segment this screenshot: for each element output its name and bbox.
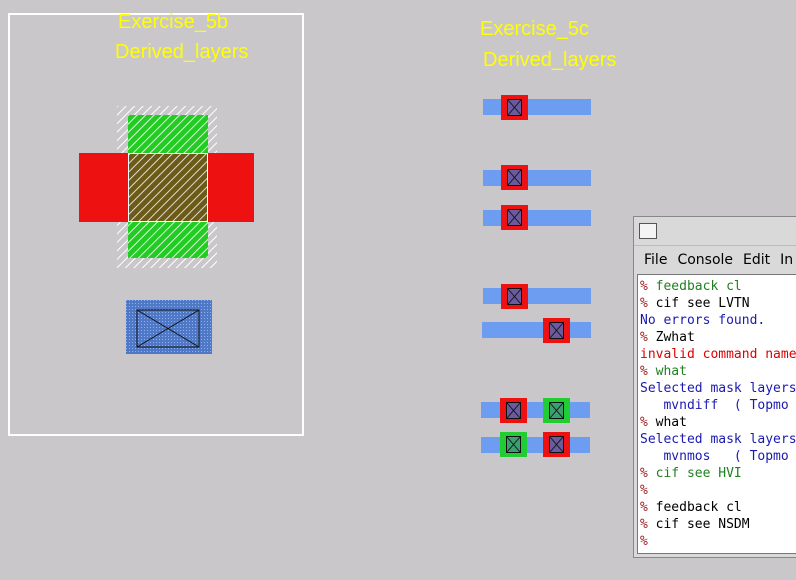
console-line: % cif see NSDM xyxy=(640,516,796,533)
contact-cut[interactable] xyxy=(506,436,521,453)
console-line: Selected mask layers xyxy=(640,431,796,448)
poly-left-region[interactable] xyxy=(79,153,128,222)
poly-contact-region[interactable] xyxy=(543,318,570,343)
menu-file[interactable]: File xyxy=(644,252,667,268)
console-line: % cif see HVI xyxy=(640,465,796,482)
label-exercise-5b: Exercise_5b xyxy=(118,11,229,33)
contact-cut[interactable] xyxy=(507,288,522,305)
console-line-text: No errors found. xyxy=(640,313,766,328)
console-prompt: % xyxy=(640,279,656,294)
diffusion-strip[interactable] xyxy=(483,210,591,226)
well-tap-region[interactable] xyxy=(500,432,527,457)
console-line-text: Selected mask layers xyxy=(640,381,796,396)
console-line: % feedback cl xyxy=(640,499,796,516)
poly-contact-region[interactable] xyxy=(501,165,528,190)
console-line-text: Zwhat xyxy=(655,330,695,345)
contact-region-dotted[interactable] xyxy=(126,300,212,354)
console-line: % xyxy=(640,533,796,550)
console-line-text: what xyxy=(655,364,687,379)
console-line: Selected mask layers xyxy=(640,380,796,397)
console-prompt: % xyxy=(640,483,648,498)
console-line: % feedback cl xyxy=(640,278,796,295)
contact-cut[interactable] xyxy=(507,169,522,186)
poly-contact-region[interactable] xyxy=(501,95,528,120)
console-line: % Zwhat xyxy=(640,329,796,346)
menu-edit[interactable]: Edit xyxy=(743,252,770,268)
contact-cut[interactable] xyxy=(549,402,564,419)
console-line: invalid command name xyxy=(640,346,796,363)
poly-right-region[interactable] xyxy=(207,153,254,222)
contact-cut[interactable] xyxy=(507,209,522,226)
window-icon[interactable] xyxy=(639,223,657,239)
diffusion-strip[interactable] xyxy=(483,170,591,186)
menu-in[interactable]: In xyxy=(780,252,793,268)
transistor-overlap-region[interactable] xyxy=(128,153,208,222)
console-menubar: File Console Edit In xyxy=(634,246,796,274)
console-line-text: feedback cl xyxy=(655,500,742,515)
label-exercise-5c: Exercise_5c xyxy=(480,18,589,40)
contact-cut[interactable] xyxy=(549,436,564,453)
well-tap-region[interactable] xyxy=(543,398,570,423)
label-derived-layers-5b: Derived_layers xyxy=(115,41,249,63)
label-derived-layers-5c: Derived_layers xyxy=(483,49,617,71)
console-line-text: mvnmos ( Topmo xyxy=(640,449,789,464)
console-line: % xyxy=(640,482,796,499)
console-line-text: mvndiff ( Topmo xyxy=(640,398,789,413)
console-prompt: % xyxy=(640,364,656,379)
console-line-text: cif see NSDM xyxy=(655,517,750,532)
console-prompt: % xyxy=(640,500,656,515)
contact-cut[interactable] xyxy=(507,99,522,116)
console-line: % cif see LVTN xyxy=(640,295,796,312)
contact-cut[interactable] xyxy=(506,402,521,419)
console-line-text: Selected mask layers xyxy=(640,432,796,447)
poly-contact-region[interactable] xyxy=(543,432,570,457)
diffusion-strip[interactable] xyxy=(482,322,591,338)
poly-contact-region[interactable] xyxy=(501,284,528,309)
console-line: mvnmos ( Topmo xyxy=(640,448,796,465)
console-line-text: feedback cl xyxy=(655,279,742,294)
diffusion-strip[interactable] xyxy=(483,288,591,304)
console-line: No errors found. xyxy=(640,312,796,329)
console-line: % what xyxy=(640,363,796,380)
diffusion-strip[interactable] xyxy=(481,437,590,453)
console-line-text: cif see LVTN xyxy=(655,296,750,311)
console-prompt: % xyxy=(640,534,648,549)
console-prompt: % xyxy=(640,466,656,481)
console-window[interactable]: File Console Edit In % feedback cl% cif see… xyxy=(633,216,796,558)
diffusion-strip[interactable] xyxy=(481,402,590,418)
console-prompt: % xyxy=(640,296,656,311)
console-titlebar[interactable] xyxy=(634,217,796,246)
console-text-area[interactable]: % feedback cl% cif see LVTN No errors fou… xyxy=(637,274,796,554)
menu-console[interactable]: Console xyxy=(677,252,733,268)
console-line-text: cif see HVI xyxy=(655,466,742,481)
contact-cut[interactable] xyxy=(549,322,564,339)
console-line-text: invalid command name xyxy=(640,347,796,362)
poly-contact-region[interactable] xyxy=(501,205,528,230)
console-prompt: % xyxy=(640,517,656,532)
console-prompt: % xyxy=(640,415,656,430)
console-line: % what xyxy=(640,414,796,431)
diffusion-strip[interactable] xyxy=(483,99,591,115)
poly-contact-region[interactable] xyxy=(500,398,527,423)
console-line-text: what xyxy=(655,415,687,430)
console-prompt: % xyxy=(640,330,656,345)
console-line: mvndiff ( Topmo xyxy=(640,397,796,414)
